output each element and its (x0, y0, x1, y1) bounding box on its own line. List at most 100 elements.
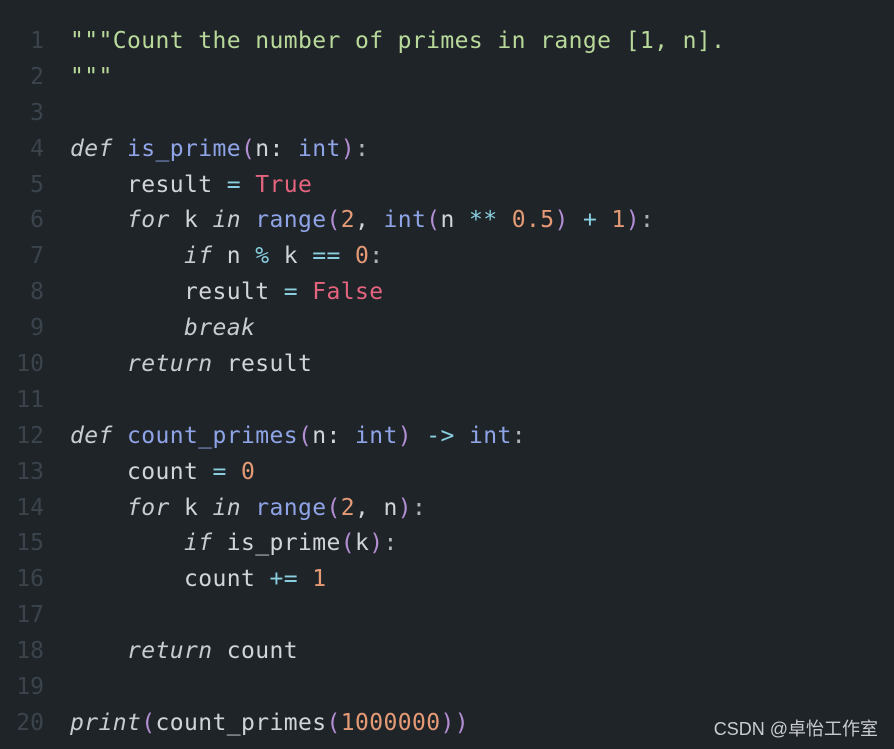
token-op: -> (426, 422, 455, 449)
token-plain: n (440, 207, 469, 234)
token-plain: result (70, 171, 227, 198)
line-number: 15 (16, 530, 44, 557)
token-op: += (269, 566, 298, 593)
token-str: """ (70, 63, 113, 90)
line-number: 11 (16, 386, 44, 413)
code-line[interactable]: 13 count = 0 (0, 455, 894, 491)
line-number: 14 (16, 494, 44, 521)
code-line[interactable]: 17 (0, 598, 894, 634)
token-kw: if (183, 243, 213, 270)
token-kw: def (70, 422, 113, 449)
line-number: 8 (30, 279, 44, 306)
token-plain: k (169, 494, 213, 521)
line-code: if n % k == 0: (70, 239, 383, 275)
token-punc: ( (240, 135, 256, 162)
line-code: break (70, 311, 255, 347)
code-line[interactable]: 19 (0, 670, 894, 706)
code-line[interactable]: 2 """ (0, 60, 894, 96)
token-punc: ) (454, 709, 469, 736)
line-number: 12 (16, 422, 44, 449)
token-kw: in (212, 494, 241, 521)
token-fn: count_primes (127, 422, 298, 449)
token-plain: count (70, 458, 213, 485)
line-number: 20 (16, 709, 44, 736)
line-code: return result (70, 347, 312, 383)
line-code: result = False (70, 275, 383, 311)
code-line[interactable]: 10 return result (0, 347, 894, 383)
code-line[interactable]: 4 def is_prime(n: int): (0, 132, 894, 168)
code-line[interactable]: 5 result = True (0, 168, 894, 204)
token-punc: ( (326, 207, 341, 234)
token-num: 2 (340, 207, 355, 234)
line-number: 17 (16, 602, 44, 629)
line-code: return count (70, 634, 298, 670)
code-line[interactable]: 6 for k in range(2, int(n ** 0.5) + 1): (0, 203, 894, 239)
token-kw: for (127, 494, 170, 521)
code-line[interactable]: 18 return count (0, 634, 894, 670)
token-num: 0 (354, 243, 370, 270)
token-kw: if (183, 530, 213, 557)
token-op: + (583, 207, 598, 234)
token-str: """Count the number of primes in range [… (70, 28, 726, 54)
code-line[interactable]: 15 if is_prime(k): (0, 526, 894, 562)
token-colon: : (369, 243, 384, 270)
code-line[interactable]: 16 count += 1 (0, 562, 894, 598)
token-bool: True (255, 171, 313, 198)
code-line[interactable]: 8 result = False (0, 275, 894, 311)
line-code: if is_prime(k): (70, 526, 398, 562)
line-code: for k in range(2, n): (70, 491, 426, 527)
line-code: for k in range(2, int(n ** 0.5) + 1): (70, 203, 654, 239)
token-num: 2 (340, 494, 355, 521)
token-punc: ) (397, 422, 412, 449)
token-punc: ( (326, 494, 341, 521)
code-editor[interactable]: 1 """Count the number of primes in range … (0, 24, 894, 742)
token-plain: count_primes (155, 709, 327, 736)
token-fn: range (255, 207, 327, 234)
line-number: 2 (30, 63, 44, 90)
token-plain: k (269, 243, 313, 270)
line-number: 13 (16, 458, 44, 485)
token-colon: : (354, 135, 370, 162)
line-number: 5 (30, 171, 44, 198)
token-plain: count (212, 638, 298, 665)
token-op: = (212, 458, 227, 485)
token-punc: ( (326, 709, 341, 736)
token-punc: ) (440, 709, 455, 736)
line-number: 4 (30, 135, 44, 162)
code-line[interactable]: 7 if n % k == 0: (0, 239, 894, 275)
line-code: count += 1 (70, 562, 326, 598)
line-number: 7 (30, 243, 44, 270)
code-line[interactable]: 1 """Count the number of primes in range … (0, 24, 894, 60)
line-code: def is_prime(n: int): (70, 132, 369, 168)
token-colon: : (412, 494, 427, 521)
line-code: count = 0 (70, 455, 255, 491)
line-number: 6 (30, 207, 44, 234)
token-plain: count (70, 566, 270, 593)
token-kw: print (70, 709, 142, 736)
code-line[interactable]: 12 def count_primes(n: int) -> int: (0, 419, 894, 455)
line-number: 1 (30, 28, 44, 54)
token-punc: ) (397, 494, 412, 521)
line-number: 10 (16, 351, 44, 378)
code-line[interactable]: 14 for k in range(2, n): (0, 491, 894, 527)
code-line[interactable]: 3 (0, 96, 894, 132)
token-punc: ( (340, 530, 355, 557)
token-kw: for (127, 207, 170, 234)
code-line[interactable]: 11 (0, 383, 894, 419)
code-line[interactable]: 9 break (0, 311, 894, 347)
